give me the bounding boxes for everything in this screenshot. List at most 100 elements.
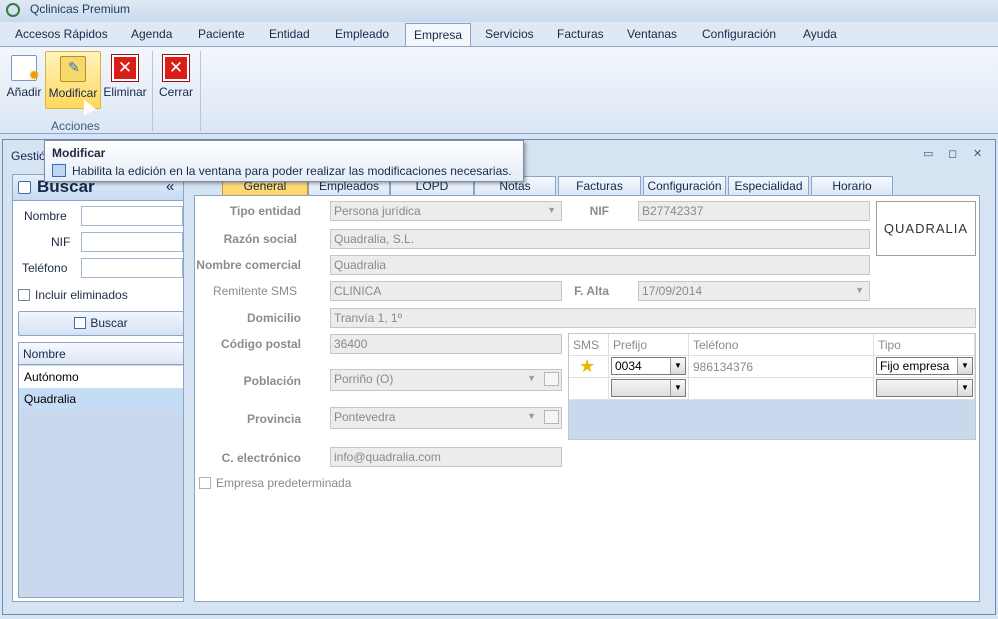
menu-ventanas[interactable]: Ventanas [627,27,677,41]
title-bar: Qclinicas Premium [0,0,998,22]
include-deleted-checkbox[interactable] [18,289,30,301]
app-icon [6,3,20,17]
tooltip: Modificar Habilita la edición en la vent… [44,140,524,182]
fecha-alta-field[interactable]: 17/09/2014 ▼ [638,281,870,301]
menu-facturas[interactable]: Facturas [557,27,604,41]
minimize-icon[interactable]: ▭ [923,147,933,160]
modify-button[interactable]: ✎ Modificar [45,51,101,109]
nombre-comercial-field[interactable]: Quadralia [330,255,870,275]
ribbon-separator [152,51,153,131]
chevron-down-icon: ▼ [957,358,972,374]
chevron-down-icon: ▼ [670,380,685,396]
phone-input[interactable] [81,258,183,278]
list-item[interactable]: Quadralia [19,388,183,410]
provincia-select[interactable]: Pontevedra ▼ [330,407,562,429]
domicilio-label: Domicilio [246,311,301,325]
phones-header-telefono[interactable]: Teléfono [689,334,874,356]
domicilio-field[interactable]: Tranvía 1, 1º [330,308,976,328]
add-label: Añadir [6,85,42,99]
menu-agenda[interactable]: Agenda [131,27,172,41]
menu-entidad[interactable]: Entidad [269,27,310,41]
tab-especialidad[interactable]: Especialidad [728,176,809,195]
menu-empresa[interactable]: Empresa [405,23,472,47]
search-icon[interactable] [544,372,559,386]
phones-header-sms[interactable]: SMS [569,334,609,356]
menu-bar: Accesos Rápidos Agenda Paciente Entidad … [0,22,998,47]
close-button[interactable]: ✕ Cerrar [157,51,195,109]
tipo-entidad-label: Tipo entidad [229,204,301,218]
company-logo: QUADRALIA [876,201,976,256]
chevron-down-icon: ▼ [527,411,536,421]
poblacion-select[interactable]: Porriño (O) ▼ [330,369,562,391]
modify-label: Modificar [48,86,98,100]
chevron-down-icon: ▼ [527,373,536,383]
menu-servicios[interactable]: Servicios [485,27,534,41]
menu-ayuda[interactable]: Ayuda [803,27,837,41]
phones-header-prefijo[interactable]: Prefijo [609,334,689,356]
chevron-down-icon: ▼ [670,358,685,374]
menu-configuracion[interactable]: Configuración [702,27,776,41]
remitente-sms-field[interactable]: CLINICA [330,281,562,301]
nif-input[interactable] [81,232,183,252]
table-cell: Fijo empresa ▼ [874,356,975,378]
email-field[interactable]: info@quadralia.com [330,447,562,467]
list-item[interactable]: Autónomo [19,366,183,388]
menu-paciente[interactable]: Paciente [198,27,245,41]
codigo-postal-label: Código postal [221,337,301,351]
table-cell[interactable] [569,378,609,400]
search-icon[interactable] [544,410,559,424]
codigo-postal-field[interactable]: 36400 [330,334,562,354]
search-button[interactable]: Buscar [18,311,184,336]
app-title: Qclinicas Premium [30,2,131,16]
results-grid-header[interactable]: Nombre [19,343,183,365]
razon-social-field[interactable]: Quadralia, S.L. [330,229,870,249]
prefijo-select[interactable]: 0034 ▼ [611,357,686,375]
tipo-select-empty[interactable]: ▼ [876,379,973,397]
table-cell: ▼ [874,378,975,400]
empresa-predeterminada-label: Empresa predeterminada [216,476,352,490]
empresa-predeterminada-checkbox[interactable] [199,477,211,489]
chevron-down-icon: ▼ [547,205,556,215]
phones-header-tipo[interactable]: Tipo [874,334,975,356]
restore-icon[interactable]: ◻ [948,147,957,160]
telefono-cell-empty[interactable] [689,378,874,400]
provincia-label: Provincia [246,412,301,426]
tipo-entidad-select[interactable]: Persona jurídica ▼ [330,201,562,221]
sms-star-icon[interactable]: ★ [569,356,609,378]
ribbon: ✹ Añadir ✎ Modificar ✕ Eliminar ✕ Cerrar… [0,46,998,134]
name-label: Nombre [24,209,67,223]
menu-accesos-rapidos[interactable]: Accesos Rápidos [15,27,108,41]
poblacion-label: Población [243,374,301,388]
chevron-down-icon: ▼ [855,285,864,295]
phone-label: Teléfono [22,261,68,275]
nif-label: NIF [51,235,71,249]
results-grid: Nombre Autónomo Quadralia [18,342,184,598]
search-panel: Buscar « Nombre NIF Teléfono Incluir eli… [12,174,184,602]
telefono-cell[interactable]: 986134376 [689,356,874,378]
close-label: Cerrar [158,85,193,99]
chevron-down-icon: ▼ [957,380,972,396]
window-title: Gestió [11,149,46,163]
tipo-select[interactable]: Fijo empresa ▼ [876,357,973,375]
tab-horario[interactable]: Horario [811,176,893,195]
add-button[interactable]: ✹ Añadir [4,51,44,109]
remitente-sms-label: Remitente SMS [212,284,297,298]
email-label: C. electrónico [221,451,301,465]
prefijo-select-empty[interactable]: ▼ [611,379,686,397]
search-button-label: Buscar [90,316,128,330]
delete-button[interactable]: ✕ Eliminar [102,51,148,109]
tab-configuracion[interactable]: Configuración [643,176,726,195]
window-close-icon[interactable]: ✕ [973,147,982,160]
include-deleted-label: Incluir eliminados [35,288,128,302]
search-icon [18,181,31,194]
delete-label: Eliminar [103,85,147,99]
nif-field[interactable]: B27742337 [638,201,870,221]
nif-label: NIF [589,204,609,218]
menu-empleado[interactable]: Empleado [335,27,389,41]
tab-facturas[interactable]: Facturas [558,176,641,195]
name-input[interactable] [81,206,183,226]
tooltip-icon [52,164,66,177]
close-icon: ✕ [162,54,190,82]
ribbon-group-label: Acciones [51,119,100,133]
add-icon: ✹ [11,55,40,83]
